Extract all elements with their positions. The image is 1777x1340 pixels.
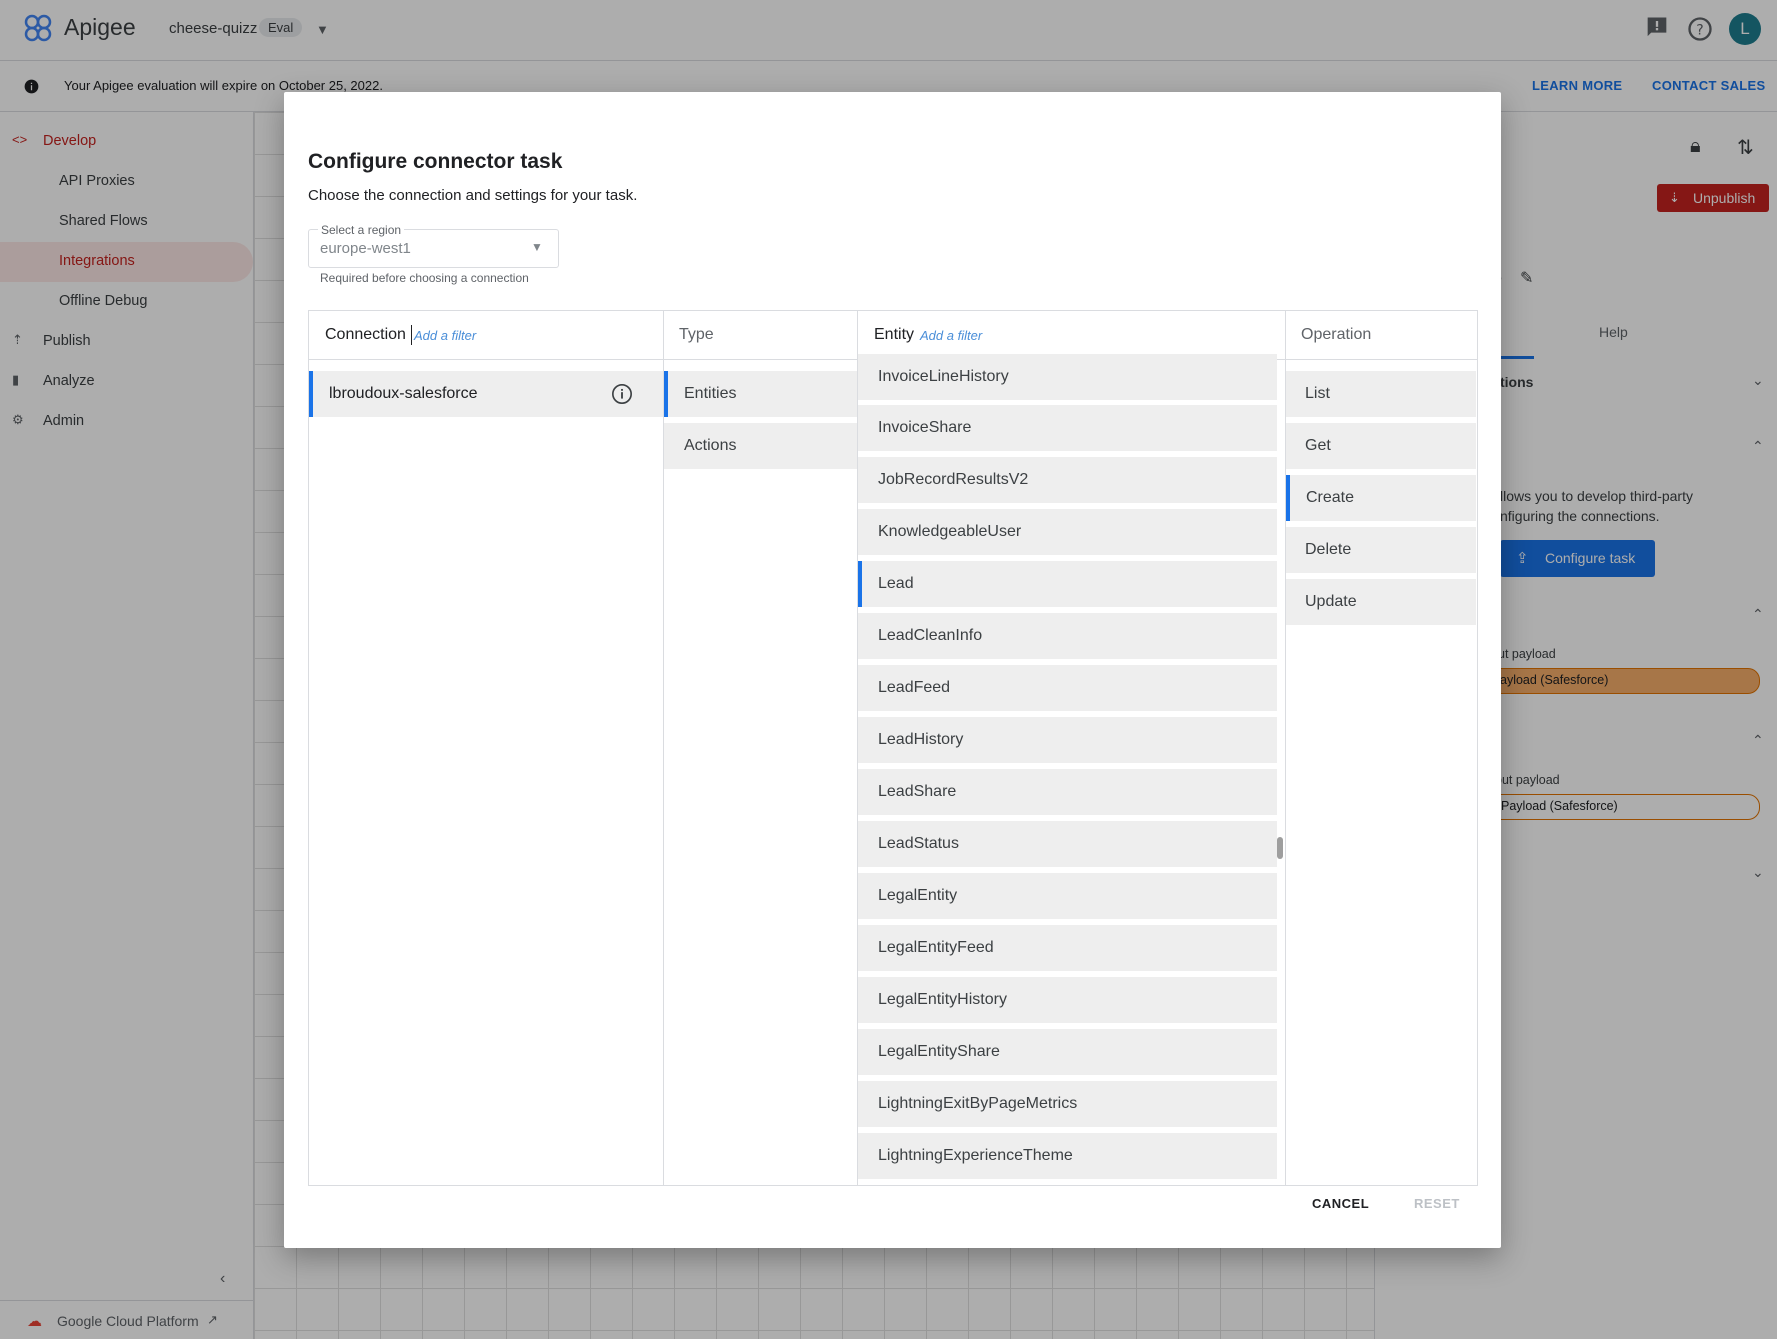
type-item-actions[interactable]: Actions <box>664 423 857 469</box>
dropdown-arrow-icon[interactable]: ▼ <box>531 240 543 254</box>
cancel-button[interactable]: CANCEL <box>1312 1196 1369 1211</box>
entity-item[interactable]: LeadHistory <box>858 717 1277 763</box>
entity-item[interactable]: InvoiceShare <box>858 405 1277 451</box>
entity-item[interactable]: LegalEntityShare <box>858 1029 1277 1075</box>
entity-item-selected[interactable]: Lead <box>858 561 1277 607</box>
entity-item[interactable]: LeadStatus <box>858 821 1277 867</box>
reset-button[interactable]: RESET <box>1414 1196 1460 1211</box>
entity-item[interactable]: LightningExperienceTheme <box>858 1133 1277 1179</box>
connection-filter-input[interactable]: Add a filter <box>414 328 476 343</box>
operation-item-update[interactable]: Update <box>1286 579 1476 625</box>
entity-item[interactable]: LegalEntity <box>858 873 1277 919</box>
entity-item[interactable]: JobRecordResultsV2 <box>858 457 1277 503</box>
operation-item-create[interactable]: Create <box>1286 475 1476 521</box>
operation-column-header: Operation <box>1301 326 1372 343</box>
entity-item[interactable]: LegalEntityFeed <box>858 925 1277 971</box>
entity-item[interactable]: LegalEntityHistory <box>858 977 1277 1023</box>
connection-column-header: Connection Add a filter <box>325 325 477 345</box>
operation-item-delete[interactable]: Delete <box>1286 527 1476 573</box>
operation-item-get[interactable]: Get <box>1286 423 1476 469</box>
operation-item-list[interactable]: List <box>1286 371 1476 417</box>
entity-item[interactable]: LightningExitByPageMetrics <box>858 1081 1277 1127</box>
text-cursor <box>411 325 412 345</box>
type-column-header: Type <box>679 326 714 343</box>
entity-item[interactable]: InvoiceLineHistory <box>858 354 1277 400</box>
type-item-entities[interactable]: Entities <box>664 371 857 417</box>
entity-item[interactable]: LeadShare <box>858 769 1277 815</box>
entity-item[interactable]: KnowledgeableUser <box>858 509 1277 555</box>
entity-scrollbar[interactable] <box>1277 837 1283 859</box>
entity-filter-input[interactable]: Add a filter <box>920 328 982 343</box>
dialog-subtitle: Choose the connection and settings for y… <box>308 187 638 204</box>
connection-item[interactable]: lbroudoux-salesforce <box>309 371 663 417</box>
info-icon[interactable] <box>611 383 633 405</box>
region-select-label: Select a region <box>318 223 405 237</box>
entity-item[interactable]: LeadFeed <box>858 665 1277 711</box>
region-select-value[interactable]: europe-west1 <box>320 240 411 257</box>
region-hint: Required before choosing a connection <box>320 271 529 285</box>
entity-item[interactable]: LeadCleanInfo <box>858 613 1277 659</box>
entity-column-header: Entity Add a filter <box>874 326 983 343</box>
dialog-title: Configure connector task <box>308 150 563 173</box>
